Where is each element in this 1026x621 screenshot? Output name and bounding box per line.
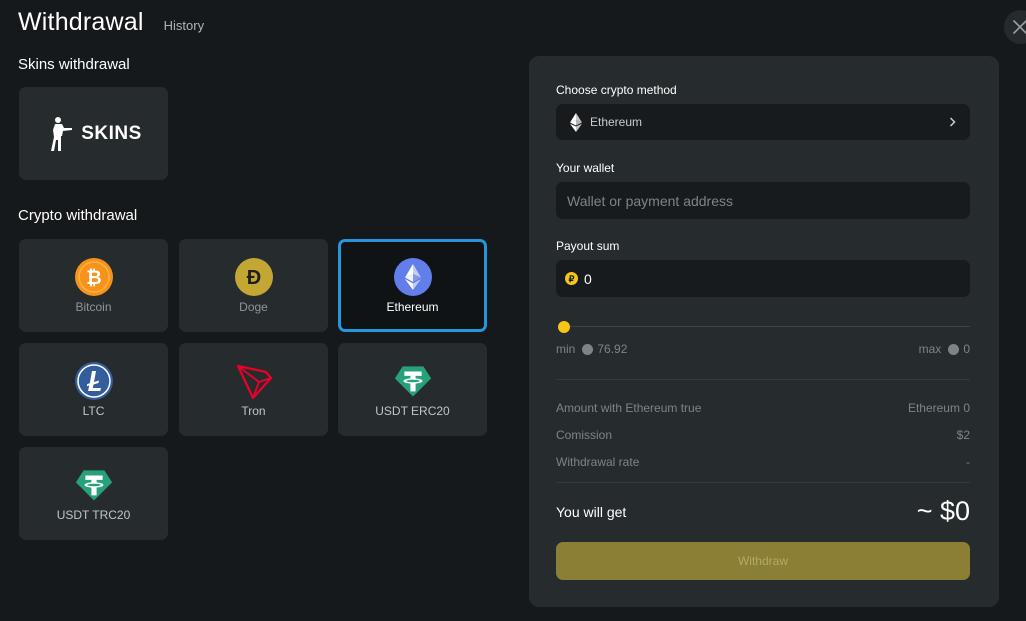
crypto-method-ltc[interactable]: LTC xyxy=(19,343,168,436)
coin-icon xyxy=(948,343,960,355)
rate-value: - xyxy=(966,455,970,469)
tron-icon xyxy=(236,364,272,399)
close-icon xyxy=(1013,20,1026,34)
ethereum-icon xyxy=(570,112,582,132)
amount-value: Ethereum 0 xyxy=(907,401,970,415)
crypto-method-label: Bitcoin xyxy=(75,299,112,314)
withdraw-panel: Choose crypto method Ethereum Your walle… xyxy=(529,56,999,607)
you-will-get-row: You will get ~ $0 xyxy=(556,496,970,527)
ethereum-icon xyxy=(393,257,432,296)
crypto-method-label: USDT TRC20 xyxy=(56,507,131,522)
history-link[interactable]: History xyxy=(164,18,204,33)
crypto-section-title: Crypto withdrawal xyxy=(18,207,138,224)
commission-label: Comission xyxy=(556,428,613,442)
payout-slider-track[interactable] xyxy=(564,326,970,327)
crypto-method-doge[interactable]: Đ Doge xyxy=(179,239,328,332)
payout-sum-value: 0 xyxy=(584,270,592,287)
you-will-get-label: You will get xyxy=(556,503,627,520)
payout-label: Payout sum xyxy=(556,239,620,253)
amount-row: Amount with Ethereum true Ethereum 0 xyxy=(556,401,970,415)
skins-card-label: SKINS xyxy=(81,122,142,144)
commission-value: $2 xyxy=(956,428,970,442)
selected-method-text: Ethereum xyxy=(590,115,643,129)
litecoin-icon xyxy=(74,361,113,400)
wallet-input[interactable] xyxy=(556,192,947,209)
you-will-get-value: ~ $0 xyxy=(916,496,970,526)
max-label: max xyxy=(918,342,942,356)
crypto-method-ethereum[interactable]: Ethereum xyxy=(338,239,487,332)
amount-label: Amount with Ethereum true xyxy=(556,401,702,415)
tether-icon xyxy=(394,365,431,397)
divider xyxy=(556,379,970,380)
rate-row: Withdrawal rate - xyxy=(556,455,970,469)
method-label: Choose crypto method xyxy=(556,83,677,97)
crypto-method-label: Doge xyxy=(239,299,268,314)
payout-slider-handle[interactable] xyxy=(558,321,570,333)
crypto-method-label: LTC xyxy=(82,403,105,418)
divider xyxy=(556,482,970,483)
min-value: 76.92 xyxy=(597,342,628,356)
wallet-label: Your wallet xyxy=(556,161,615,175)
min-label: min xyxy=(556,342,576,356)
crypto-method-label: Ethereum xyxy=(386,299,439,314)
header: Withdrawal History xyxy=(18,8,204,37)
commission-row: Comission $2 xyxy=(556,428,970,442)
coin-icon: ₽ xyxy=(565,272,578,285)
crypto-method-usdt-trc20[interactable]: USDT TRC20 xyxy=(19,447,168,540)
skins-card[interactable]: SKINS xyxy=(19,87,168,180)
max-value: 0 xyxy=(963,342,970,356)
skins-section-title: Skins withdrawal xyxy=(18,56,130,73)
svg-text:₿: ₿ xyxy=(86,268,101,289)
rate-label: Withdrawal rate xyxy=(556,455,640,469)
coin-icon xyxy=(582,343,594,355)
doge-icon: Đ xyxy=(234,257,273,296)
tether-icon xyxy=(75,469,112,501)
chevron-right-icon xyxy=(949,117,956,127)
crypto-method-label: Tron xyxy=(241,403,266,418)
payout-sum-input[interactable]: ₽ 0 xyxy=(556,260,970,297)
withdraw-button[interactable]: Withdraw xyxy=(556,542,970,580)
crypto-method-bitcoin[interactable]: ₿ Bitcoin xyxy=(19,239,168,332)
soldier-icon xyxy=(51,116,73,151)
close-button[interactable] xyxy=(1004,10,1026,44)
svg-text:Đ: Đ xyxy=(246,267,260,289)
crypto-method-select[interactable]: Ethereum xyxy=(556,104,970,140)
svg-text:₽: ₽ xyxy=(569,274,575,284)
min-amount: min 76.92 xyxy=(556,342,627,356)
wallet-field xyxy=(556,182,970,219)
page-title: Withdrawal xyxy=(18,8,144,36)
max-amount: max 0 xyxy=(919,342,970,356)
crypto-method-label: USDT ERC20 xyxy=(375,403,450,418)
crypto-method-tron[interactable]: Tron xyxy=(179,343,328,436)
crypto-method-usdt-erc20[interactable]: USDT ERC20 xyxy=(338,343,487,436)
bitcoin-icon: ₿ xyxy=(74,257,113,296)
